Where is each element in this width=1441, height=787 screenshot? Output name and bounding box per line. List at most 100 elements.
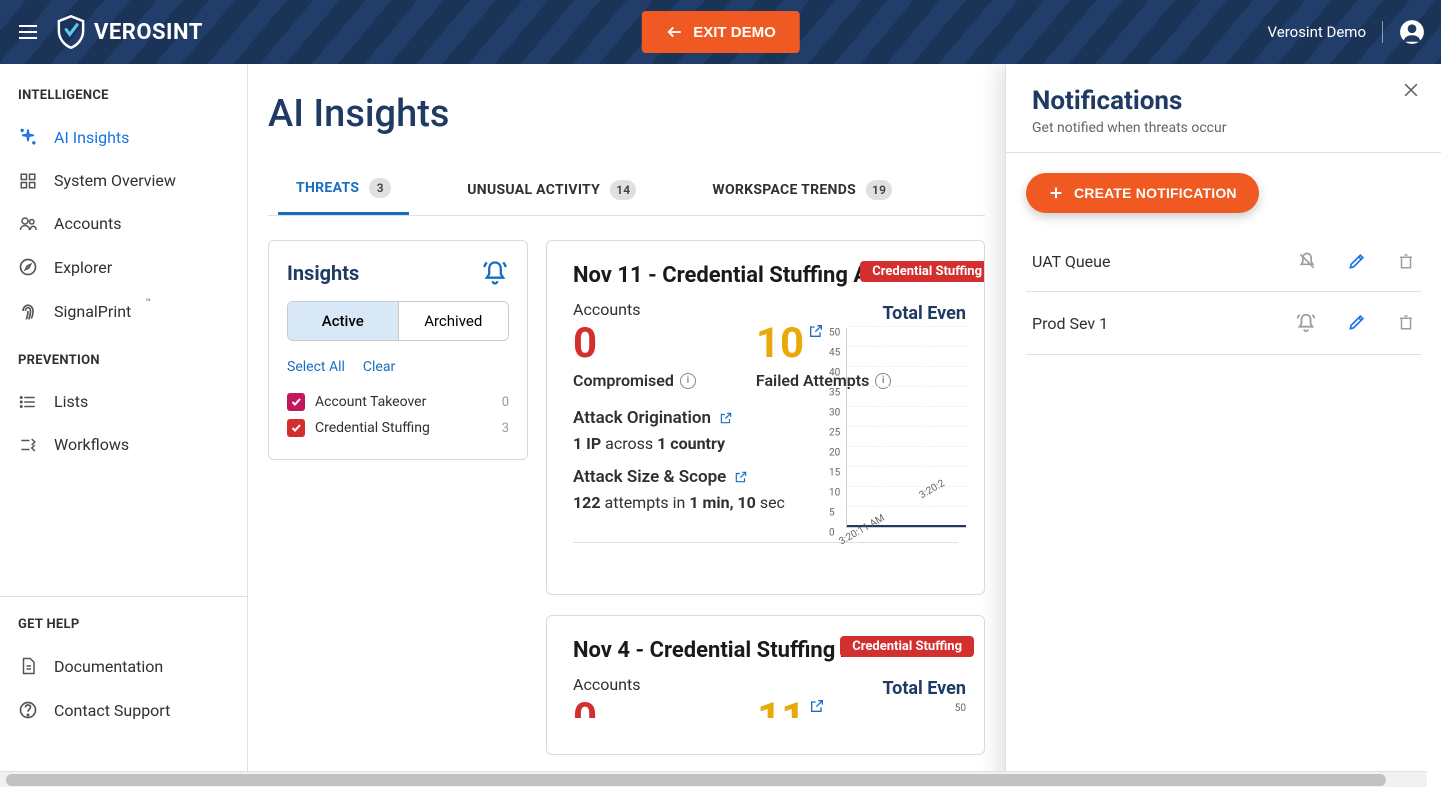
horizontal-scrollbar[interactable] (0, 771, 1427, 787)
insight-label: Credential Stuffing (315, 420, 430, 436)
tab-label: WORKSPACE TRENDS (712, 182, 856, 198)
sidebar-item-signalprint[interactable]: SignalPrint™ (0, 289, 247, 333)
insights-filter-panel: Insights Active Archived Select All Clea… (268, 240, 528, 460)
notifications-title: Notifications (1032, 86, 1415, 116)
notification-item: UAT Queue (1026, 231, 1421, 292)
insight-label: Account Takeover (315, 394, 426, 410)
delete-icon[interactable] (1397, 312, 1415, 334)
brand-text: VEROSINT (94, 20, 203, 45)
tab-badge: 19 (866, 180, 892, 200)
edit-icon[interactable] (1347, 312, 1367, 334)
plus-icon (1048, 185, 1064, 201)
sidebar-item-contact-support[interactable]: Contact Support (0, 688, 247, 732)
tabs: THREATS 3 UNUSUAL ACTIVITY 14 WORKSPACE … (268, 164, 985, 216)
segment-archived[interactable]: Archived (399, 302, 509, 340)
chart-area: Total Even 05101520253035404550 3:20:11 … (846, 303, 966, 544)
sidebar-item-label: System Overview (54, 171, 176, 190)
chart-title: Total Even (846, 303, 966, 324)
bell-active-icon[interactable] (1295, 312, 1317, 334)
attack-scope-header: Attack Size & Scope (573, 467, 726, 487)
document-icon (18, 656, 38, 676)
sidebar-section-prevention: PREVENTION (0, 353, 247, 380)
content-scroll[interactable]: AI Insights THREATS 3 UNUSUAL ACTIVITY 1… (248, 64, 1005, 787)
user-avatar-icon[interactable] (1399, 19, 1425, 45)
sidebar-item-accounts[interactable]: Accounts (0, 202, 247, 245)
app-header: VEROSINT EXIT DEMO Verosint Demo (0, 0, 1441, 64)
badge-credential-stuffing: Credential Stuffing (860, 261, 985, 282)
brand-logo[interactable]: VEROSINT (56, 15, 203, 49)
tab-label: THREATS (296, 180, 359, 196)
sidebar-item-label: Contact Support (54, 701, 170, 720)
compromised-count: 0 (573, 323, 696, 365)
segment-active[interactable]: Active (288, 302, 399, 340)
sidebar-item-workflows[interactable]: Workflows (0, 423, 247, 466)
checkbox-icon[interactable] (287, 393, 305, 411)
insight-count: 0 (502, 395, 509, 410)
tab-threats[interactable]: THREATS 3 (278, 164, 409, 215)
bell-off-icon[interactable] (1297, 251, 1317, 271)
notification-name: Prod Sev 1 (1032, 314, 1108, 333)
dashboard-icon (18, 172, 38, 190)
external-link-icon[interactable] (808, 323, 824, 339)
insight-count: 3 (502, 421, 509, 436)
arrow-left-icon (665, 23, 683, 41)
workflow-icon (18, 436, 38, 454)
chart-area: Total Even 50 (846, 678, 966, 714)
checkbox-icon[interactable] (287, 419, 305, 437)
badge-credential-stuffing: Credential Stuffing (840, 636, 974, 657)
insight-row-account-takeover[interactable]: Account Takeover 0 (287, 389, 509, 415)
account-name[interactable]: Verosint Demo (1268, 23, 1366, 41)
attack-origination-header: Attack Origination (573, 408, 711, 428)
tab-label: UNUSUAL ACTIVITY (467, 182, 600, 198)
external-link-icon[interactable] (719, 411, 733, 425)
failed-attempts-count: 11 (757, 698, 825, 718)
external-link-icon[interactable] (734, 470, 748, 484)
notification-item: Prod Sev 1 (1026, 292, 1421, 355)
clear-link[interactable]: Clear (363, 359, 395, 375)
sidebar-item-ai-insights[interactable]: AI Insights (0, 115, 247, 159)
notification-name: UAT Queue (1032, 252, 1110, 271)
menu-icon[interactable] (16, 20, 40, 44)
exit-demo-button[interactable]: EXIT DEMO (641, 11, 800, 53)
external-link-icon[interactable] (809, 698, 825, 714)
segmented-active-archived: Active Archived (287, 301, 509, 341)
notifications-panel: Notifications Get notified when threats … (1005, 64, 1441, 787)
insights-title: Insights (287, 261, 359, 285)
tab-workspace-trends[interactable]: WORKSPACE TRENDS 19 (694, 164, 910, 215)
sidebar: INTELLIGENCE AI Insights System Overview… (0, 64, 248, 787)
sidebar-section-gethelp: GET HELP (0, 617, 247, 644)
sidebar-item-explorer[interactable]: Explorer (0, 245, 247, 289)
help-icon (18, 700, 38, 720)
shield-icon (56, 15, 86, 49)
tab-unusual-activity[interactable]: UNUSUAL ACTIVITY 14 (449, 164, 654, 215)
tab-badge: 3 (369, 178, 391, 198)
list-icon (18, 393, 38, 411)
insight-row-credential-stuffing[interactable]: Credential Stuffing 3 (287, 415, 509, 441)
compromised-label: Compromised (573, 371, 674, 390)
compass-icon (18, 257, 38, 277)
sidebar-item-label: Documentation (54, 657, 163, 676)
threat-card: Credential Stuffing Nov 11 - Credential … (546, 240, 985, 595)
page-title: AI Insights (268, 92, 985, 136)
sidebar-item-label: AI Insights (54, 128, 129, 147)
create-notification-label: CREATE NOTIFICATION (1074, 185, 1237, 201)
people-icon (18, 215, 38, 233)
sparkle-icon (18, 127, 38, 147)
edit-icon[interactable] (1347, 251, 1367, 271)
sidebar-item-label: Lists (54, 392, 88, 411)
create-notification-button[interactable]: CREATE NOTIFICATION (1026, 173, 1259, 213)
close-icon[interactable] (1401, 80, 1421, 100)
info-icon[interactable]: i (680, 373, 696, 389)
bell-ringing-icon[interactable] (481, 259, 509, 287)
header-right: Verosint Demo (1268, 19, 1425, 45)
select-all-link[interactable]: Select All (287, 359, 345, 375)
sidebar-section-intelligence: INTELLIGENCE (0, 88, 247, 115)
sidebar-item-system-overview[interactable]: System Overview (0, 159, 247, 202)
separator (1382, 21, 1383, 43)
sidebar-item-label: Accounts (54, 214, 121, 233)
delete-icon[interactable] (1397, 251, 1415, 271)
sidebar-item-label: Workflows (54, 435, 129, 454)
trademark: ™ (145, 298, 151, 308)
sidebar-item-lists[interactable]: Lists (0, 380, 247, 423)
sidebar-item-documentation[interactable]: Documentation (0, 644, 247, 688)
